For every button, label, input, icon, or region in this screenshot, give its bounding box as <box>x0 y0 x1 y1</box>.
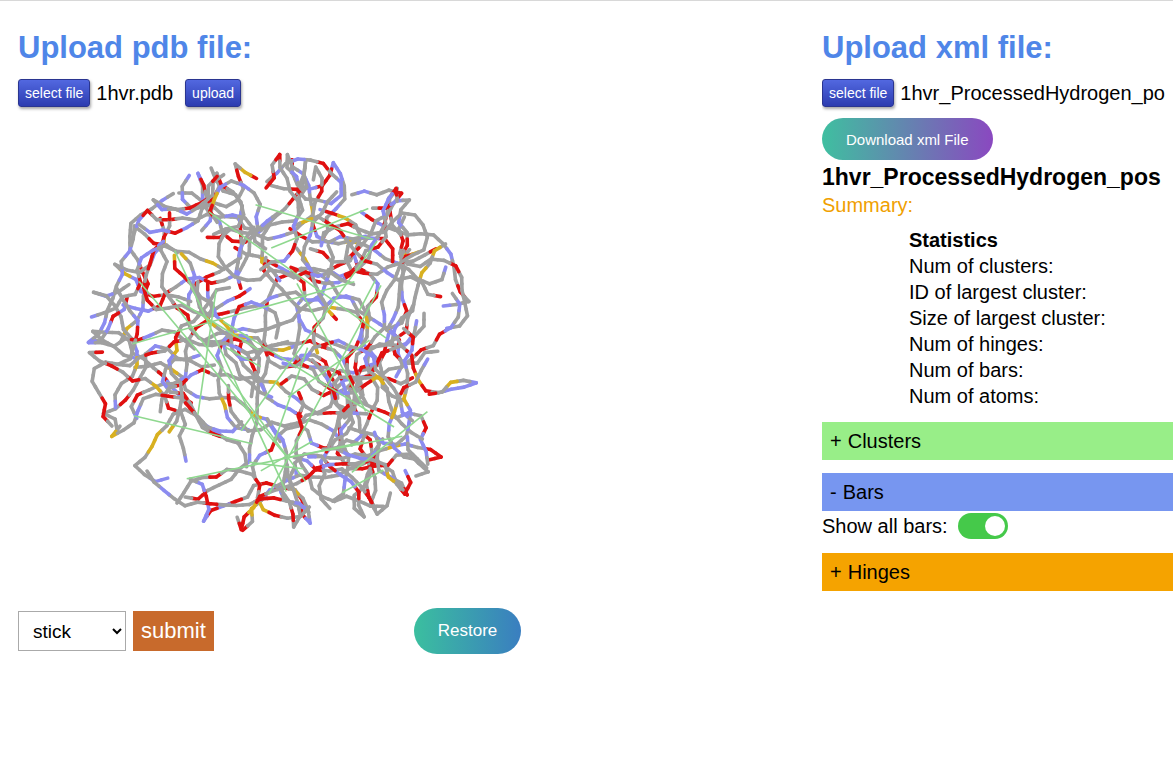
statistics: StatisticsNum of clusters:ID of largest … <box>909 227 1173 409</box>
molecule-canvas[interactable] <box>63 135 503 555</box>
viewer-controls: sticksubmit Restore <box>18 608 822 654</box>
xml-file-name: 1hvr_ProcessedHydrogen_po <box>900 82 1165 105</box>
page: Upload pdb file:select file1hvr.pdbuploa… <box>0 0 1173 763</box>
section: + Hinges <box>822 553 1173 591</box>
document-title: 1hvr_ProcessedHydrogen_pos <box>822 162 1173 192</box>
pdb-file-row: select file 1hvr.pdb upload <box>18 79 822 107</box>
section-label: Hinges <box>848 561 910 584</box>
section-label: Bars <box>843 481 884 504</box>
section: -BarsShow all bars: <box>822 473 1173 540</box>
xml-select-file-button[interactable]: select file <box>822 79 894 107</box>
section-toggle: + <box>830 561 842 584</box>
statistics-row: ID of largest cluster: <box>909 279 1173 305</box>
show-all-bars-switch[interactable] <box>958 513 1008 539</box>
pdb-upload-button[interactable]: upload <box>185 79 241 107</box>
section-label: Clusters <box>848 430 921 453</box>
summary-label: Summary: <box>822 192 1173 218</box>
sections: +Clusters-BarsShow all bars:+Hinges <box>822 422 1173 591</box>
pdb-file-name: 1hvr.pdb <box>96 82 173 105</box>
section-toggle: + <box>830 430 842 453</box>
download-xml-button[interactable]: Download xml File <box>822 118 993 160</box>
restore-button[interactable]: Restore <box>414 608 522 654</box>
molecule-sticks <box>88 154 476 530</box>
section-body: Show all bars: <box>822 512 1173 540</box>
statistics-row: Num of bars: <box>909 357 1173 383</box>
pdb-heading: Upload pdb file: <box>18 29 822 67</box>
style-select[interactable]: stick <box>18 611 126 651</box>
xml-panel: Upload xml file: select file 1hvr_Processe… <box>822 1 1173 763</box>
statistics-title: Statistics <box>909 227 1173 253</box>
switch-knob <box>985 516 1005 536</box>
xml-heading: Upload xml file: <box>822 29 1173 67</box>
xml-file-row: select file 1hvr_ProcessedHydrogen_po <box>822 79 1173 107</box>
section-header[interactable]: + Hinges <box>822 553 1173 591</box>
statistics-row: Num of hinges: <box>909 331 1173 357</box>
section: + Clusters <box>822 422 1173 460</box>
statistics-row: Num of clusters: <box>909 253 1173 279</box>
switch-label: Show all bars: <box>822 512 948 540</box>
pdb-panel: Upload pdb file: select file 1hvr.pdb uploa… <box>0 1 822 763</box>
section-toggle: - <box>830 481 837 504</box>
molecule-viewer[interactable] <box>63 135 503 555</box>
section-header[interactable]: -Bars <box>822 473 1173 511</box>
section-header[interactable]: + Clusters <box>822 422 1173 460</box>
submit-button[interactable]: submit <box>133 611 214 651</box>
statistics-row: Size of largest cluster: <box>909 305 1173 331</box>
statistics-row: Num of atoms: <box>909 383 1173 409</box>
molecule-bars <box>133 205 428 495</box>
pdb-select-file-button[interactable]: select file <box>18 79 90 107</box>
